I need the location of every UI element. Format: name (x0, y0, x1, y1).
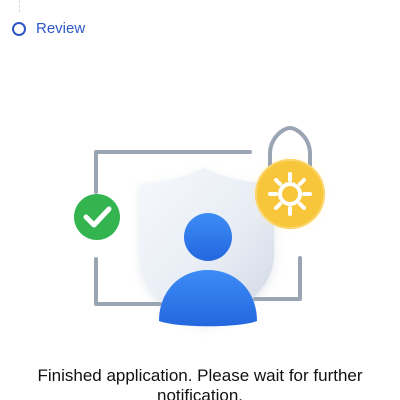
circle-step-icon (12, 22, 26, 36)
check-icon (74, 194, 120, 240)
review-step: Review (12, 19, 85, 39)
review-screen: Review Finished application. Please wait… (0, 0, 400, 400)
verification-illustration (74, 125, 332, 327)
application-status-message: Finished application. Please wait for fu… (37, 366, 363, 400)
progress-connector (19, 0, 21, 12)
review-step-label: Review (36, 20, 86, 37)
